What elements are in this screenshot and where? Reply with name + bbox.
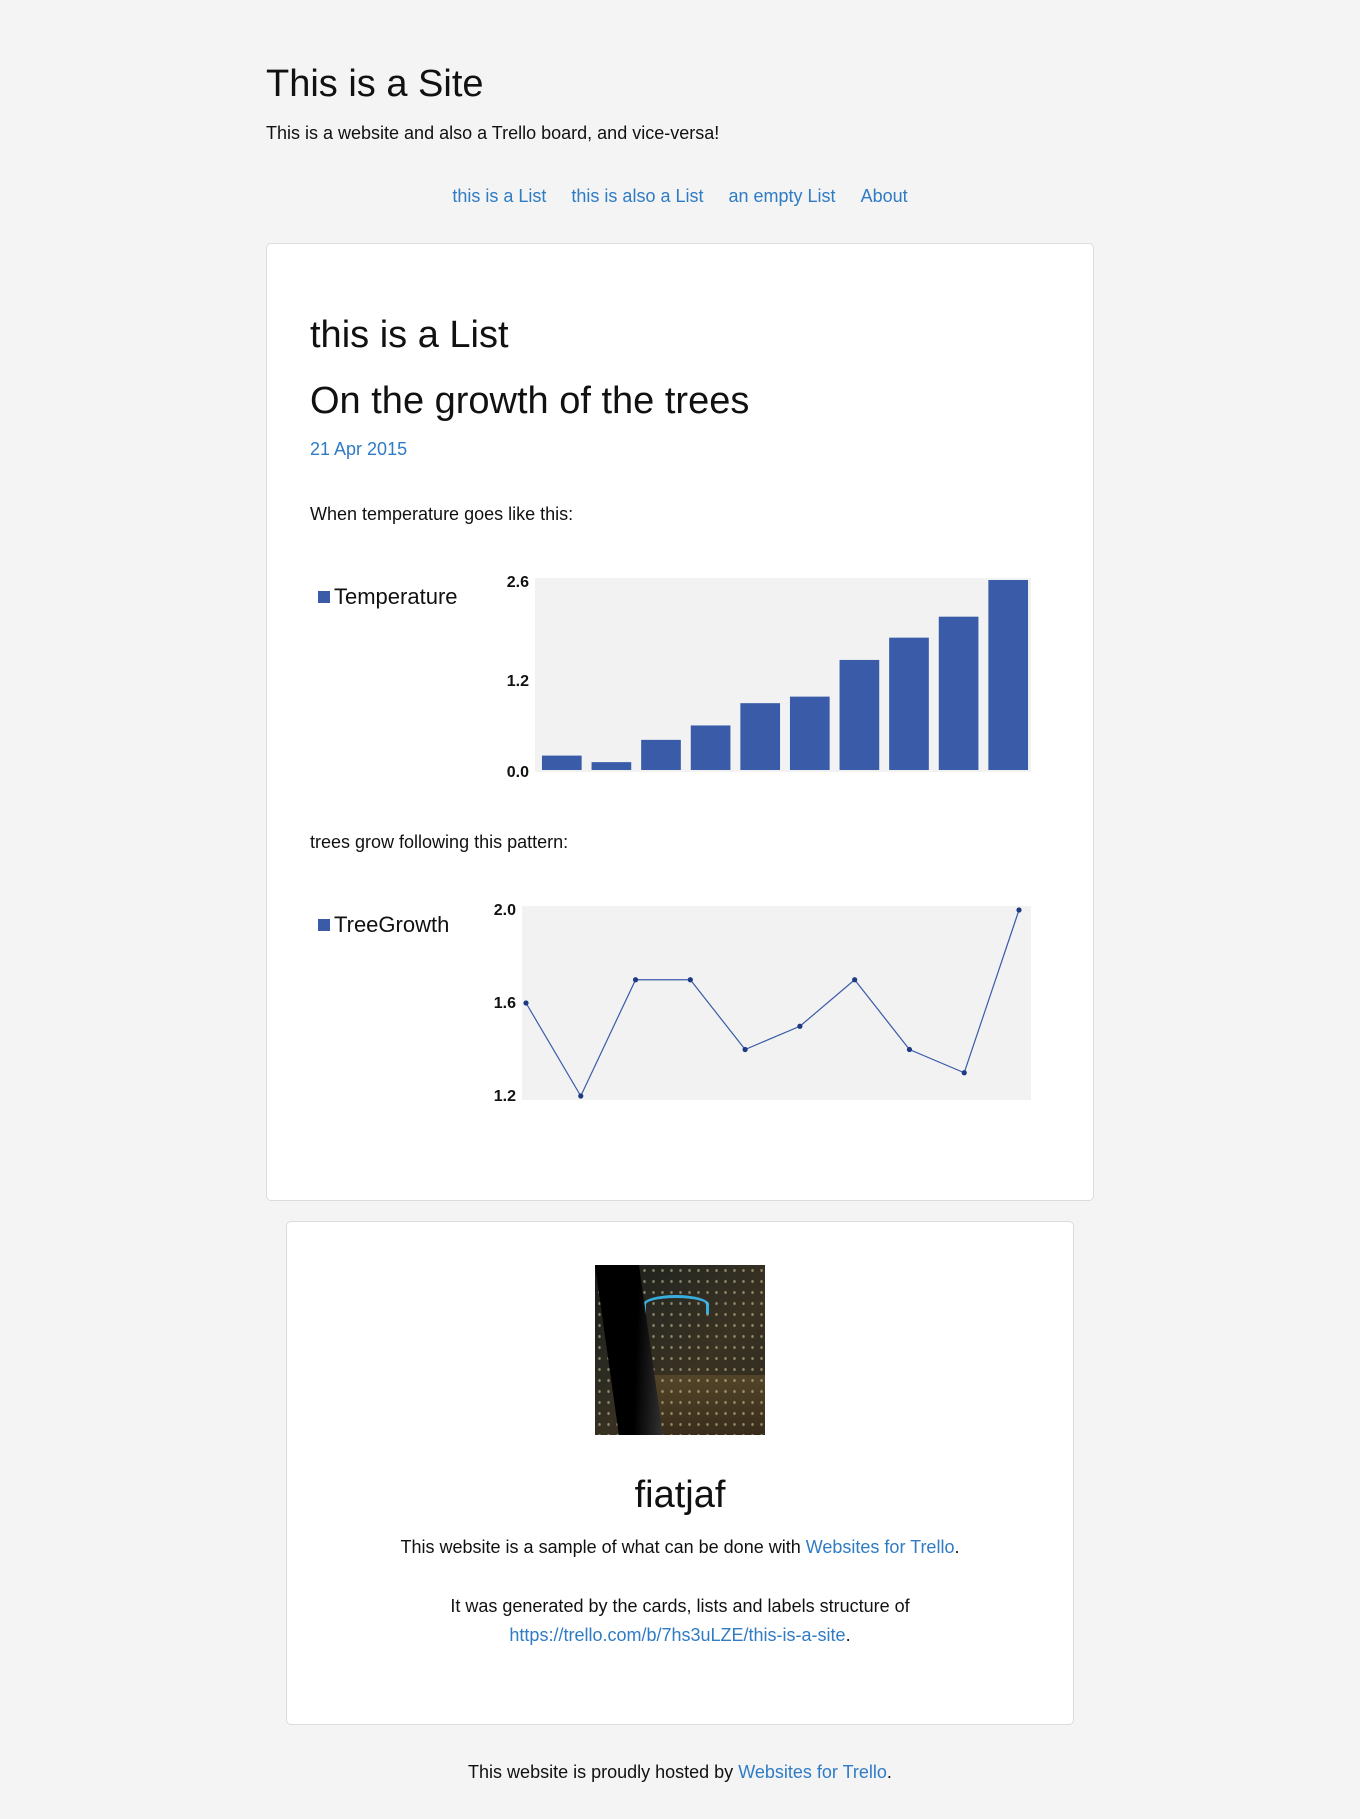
legend-swatch: [318, 591, 330, 603]
avatar: [595, 1265, 765, 1435]
card-text-trees: trees grow following this pattern:: [310, 832, 569, 852]
nav-link-this-is-also-a-list[interactable]: this is also a List: [571, 186, 703, 206]
y-tick-label: 1.2: [494, 1088, 516, 1105]
nav-link-about[interactable]: About: [861, 186, 908, 206]
temperature-bar: [789, 696, 830, 770]
profile-name: fiatjaf: [634, 1474, 726, 1516]
footer-suffix: .: [886, 1762, 892, 1782]
temperature-bar: [541, 755, 582, 770]
temperature-bar: [988, 580, 1029, 770]
trello-board-link[interactable]: https://trello.com/b/7hs3uLZE/this-is-a-…: [509, 1625, 845, 1645]
temperature-bar: [938, 616, 979, 770]
websites-for-trello-link[interactable]: Websites for Trello: [806, 1537, 955, 1557]
temperature-bar: [839, 659, 880, 770]
nav-link-this-is-a-list[interactable]: this is a List: [452, 186, 546, 206]
temperature-bar: [690, 725, 731, 770]
y-tick-label: 2.0: [494, 902, 516, 919]
chart-plot-area: [522, 906, 1031, 1100]
treegrowth-point: [852, 977, 858, 983]
profile-sample-text: This website is a sample of what can be …: [266, 1533, 1094, 1562]
treegrowth-legend: TreeGrowth: [318, 912, 449, 938]
profile-sample-prefix: This website is a sample of what can be …: [400, 1537, 806, 1557]
treegrowth-point: [906, 1046, 913, 1053]
temperature-legend: Temperature: [318, 584, 458, 610]
profile-generated-suffix: .: [845, 1625, 851, 1645]
card-date-link[interactable]: 21 Apr 2015: [310, 439, 407, 460]
treegrowth-point: [961, 1070, 967, 1076]
footer: This website is proudly hosted by Websit…: [266, 1762, 1094, 1783]
nav-link-an-empty-list[interactable]: an empty List: [729, 186, 836, 206]
footer-websites-for-trello-link[interactable]: Websites for Trello: [738, 1762, 887, 1782]
site-description: This is a website and also a Trello boar…: [266, 123, 720, 143]
treegrowth-point: [687, 977, 693, 983]
treegrowth-point: [1016, 907, 1022, 913]
y-tick-label: 2.6: [507, 574, 529, 591]
legend-label: Temperature: [334, 584, 458, 609]
profile-sample-suffix: .: [954, 1537, 960, 1557]
treegrowth-point: [797, 1023, 803, 1029]
treegrowth-point: [632, 977, 639, 983]
temperature-bar: [591, 762, 632, 770]
list-title: this is a List: [310, 314, 509, 356]
y-tick-label: 1.2: [507, 673, 529, 690]
y-tick-label: 0.0: [507, 764, 529, 781]
card-text-temperature: When temperature goes like this:: [310, 504, 574, 524]
y-tick-label: 1.6: [494, 995, 516, 1012]
temperature-bar-chart: 2.6 1.2 0.0: [507, 574, 1031, 781]
profile-generated-text: It was generated by the cards, lists and…: [266, 1592, 1094, 1650]
treegrowth-point: [742, 1046, 748, 1053]
treegrowth-point: [523, 1000, 529, 1006]
legend-swatch: [318, 919, 330, 931]
temperature-bar: [641, 739, 681, 770]
treegrowth-line-chart: 2.0 1.6 1.2: [494, 902, 1031, 1105]
footer-prefix: This website is proudly hosted by: [468, 1762, 739, 1782]
site-title: This is a Site: [266, 63, 484, 105]
temperature-bar: [740, 703, 781, 770]
treegrowth-point: [578, 1093, 584, 1099]
legend-label: TreeGrowth: [334, 912, 450, 937]
profile-generated-prefix: It was generated by the cards, lists and…: [450, 1596, 910, 1616]
temperature-bar: [889, 637, 929, 770]
card-title: On the growth of the trees: [310, 380, 750, 422]
main-nav: this is a List this is also a List an em…: [266, 186, 1094, 207]
